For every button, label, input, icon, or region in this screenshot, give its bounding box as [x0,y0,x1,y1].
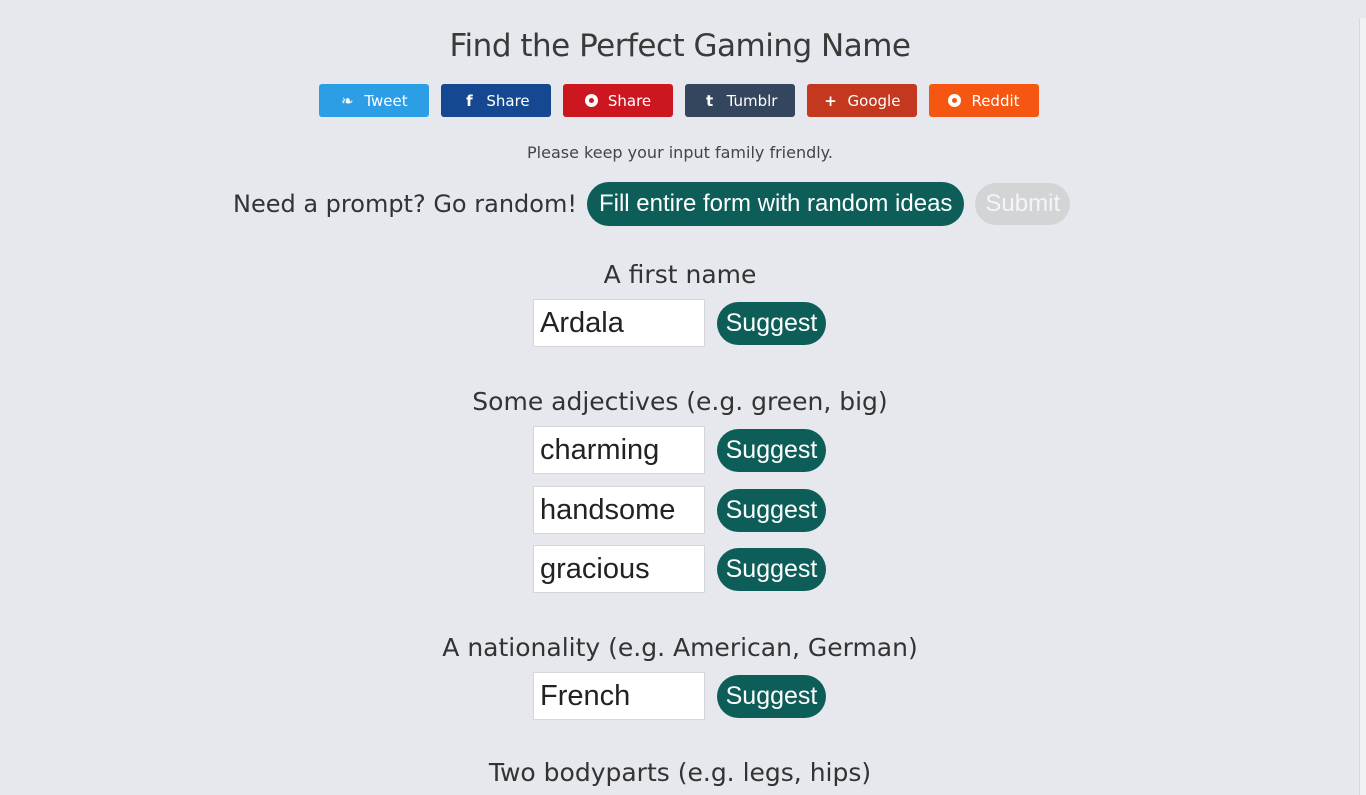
first-name-label: A first name [603,260,757,289]
twitter-icon: ❧ [341,91,354,110]
google-plus-icon: + [824,91,837,110]
reddit-share-button[interactable]: Reddit [929,84,1039,117]
adjective-input-3[interactable] [533,545,705,593]
google-share-label: Google [847,91,901,110]
first-name-row: Suggest [533,299,826,347]
scrollbar[interactable] [1359,18,1366,795]
pinterest-share-label: Share [607,91,652,110]
nationality-row: Suggest [533,672,826,720]
bodyparts-label: Two bodyparts (e.g. legs, hips) [488,758,872,787]
tumblr-share-label: Tumblr [726,91,778,110]
fill-random-button[interactable]: Fill entire form with random ideas [586,182,965,226]
nationality-suggest-button[interactable]: Suggest [717,674,826,718]
google-share-button[interactable]: + Google [807,84,917,117]
reddit-icon [948,94,962,107]
tumblr-icon: t [705,91,714,110]
facebook-share-label: Share [486,91,530,110]
adjective-row: Suggest [533,545,826,593]
submit-button[interactable]: Submit [975,183,1071,225]
family-friendly-notice: Please keep your input family friendly. [527,143,833,162]
adjective-input-2[interactable] [533,486,705,534]
adjective-1-suggest-button[interactable]: Suggest [717,428,826,472]
adjectives-label: Some adjectives (e.g. green, big) [472,387,888,416]
nationality-label: A nationality (e.g. American, German) [442,633,918,662]
tumblr-share-button[interactable]: t Tumblr [685,84,795,117]
random-prompt-text: Need a prompt? Go random! [233,190,577,218]
pinterest-icon [584,94,598,107]
tweet-label: Tweet [364,91,408,110]
pinterest-share-button[interactable]: Share [563,84,673,117]
adjective-input-1[interactable] [533,426,705,474]
facebook-icon: f [466,91,473,110]
adjective-2-suggest-button[interactable]: Suggest [717,488,826,532]
random-prompt-row: Need a prompt? Go random! Fill entire fo… [233,182,1071,226]
adjective-row: Suggest [533,486,826,534]
reddit-share-label: Reddit [971,91,1020,110]
first-name-input[interactable] [533,299,705,347]
share-bar: ❧ Tweet f Share Share t Tumblr + Google … [319,84,1039,117]
page-title: Find the Perfect Gaming Name [449,28,911,64]
adjective-3-suggest-button[interactable]: Suggest [717,547,826,591]
adjective-row: Suggest [533,426,826,474]
first-name-suggest-button[interactable]: Suggest [717,301,826,345]
nationality-input[interactable] [533,672,705,720]
tweet-button[interactable]: ❧ Tweet [319,84,429,117]
facebook-share-button[interactable]: f Share [441,84,551,117]
